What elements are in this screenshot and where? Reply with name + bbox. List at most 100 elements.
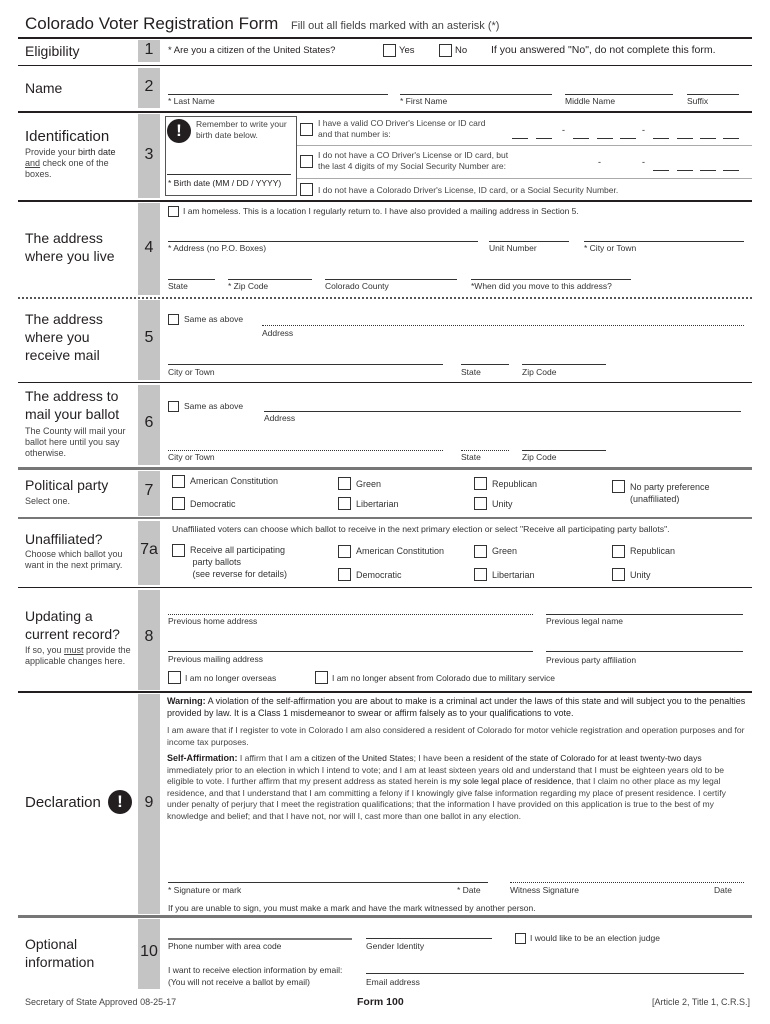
ballot-same-as-above-checkbox[interactable] <box>168 401 179 412</box>
county-input[interactable] <box>325 279 457 280</box>
phone-input[interactable] <box>168 938 352 940</box>
desc-text: If so, you <box>25 645 65 655</box>
mail-zip-input[interactable] <box>522 364 606 365</box>
section-title: Optional information <box>25 935 94 971</box>
section-number: 8 <box>144 628 154 645</box>
approval-date: Secretary of State Approved 08-25-17 <box>25 997 177 1007</box>
suffix-input[interactable] <box>687 94 739 95</box>
witness-signature-input[interactable] <box>510 882 744 883</box>
section-title: Political party <box>25 477 109 493</box>
mail-state-input[interactable] <box>461 364 509 365</box>
mail-same-as-above-checkbox[interactable] <box>168 314 179 325</box>
signature-input[interactable] <box>168 882 488 883</box>
ballot-address-label: Address <box>264 413 296 423</box>
ballot-city-label: City or Town <box>168 452 215 462</box>
ballot-american-constitution-checkbox[interactable] <box>338 545 351 558</box>
address-input[interactable] <box>168 241 478 242</box>
mail-same-as-above-label: Same as above <box>184 314 244 324</box>
no-longer-overseas-label: I am no longer overseas <box>185 673 277 683</box>
citizen-no-checkbox[interactable] <box>439 44 452 57</box>
ballot-unity-checkbox[interactable] <box>612 568 625 581</box>
ballot-receive-all-checkbox[interactable] <box>172 544 185 557</box>
section-number: 7 <box>144 482 154 499</box>
party-american-constitution-label: American Constitution <box>190 476 279 486</box>
party-unity-checkbox[interactable] <box>474 497 487 510</box>
digit-blank[interactable] <box>677 170 693 171</box>
zip-input[interactable] <box>228 279 312 280</box>
party-green-checkbox[interactable] <box>338 477 351 490</box>
section-title: The address where you live <box>25 229 115 265</box>
digit-blank[interactable] <box>536 138 552 139</box>
email-input[interactable] <box>366 973 744 974</box>
no-longer-military-absent-checkbox[interactable] <box>315 671 328 684</box>
digit-blank[interactable] <box>620 138 636 139</box>
title-line: Optional <box>25 936 78 952</box>
move-date-input[interactable] <box>471 279 631 280</box>
city-input[interactable] <box>584 241 744 242</box>
ballot-green-checkbox[interactable] <box>474 545 487 558</box>
middle-name-label: Middle Name <box>565 96 616 106</box>
mail-address-input[interactable] <box>262 325 744 326</box>
party-democratic-checkbox[interactable] <box>172 497 185 510</box>
party-republican-checkbox[interactable] <box>474 477 487 490</box>
section-title: Declaration <box>25 794 101 811</box>
party-american-constitution-checkbox[interactable] <box>172 475 185 488</box>
unit-number-input[interactable] <box>489 241 569 242</box>
label-line: No party preference <box>630 482 710 492</box>
affirmation-bold: a resident of the state of Colorado for … <box>465 753 702 763</box>
no-id-checkbox[interactable] <box>300 183 313 196</box>
ballot-republican-checkbox[interactable] <box>612 545 625 558</box>
digit-blank[interactable] <box>597 138 613 139</box>
county-label: Colorado County <box>325 281 389 291</box>
unable-to-sign-note: If you are unable to sign, you must make… <box>168 903 536 913</box>
has-license-checkbox[interactable] <box>300 123 313 136</box>
middle-name-input[interactable] <box>565 94 673 95</box>
birth-date-input[interactable] <box>167 174 291 175</box>
last-name-input[interactable] <box>168 94 388 95</box>
citizen-yes-checkbox[interactable] <box>383 44 396 57</box>
digit-blank[interactable] <box>653 170 669 171</box>
party-green-label: Green <box>356 479 382 489</box>
affirmation-text: I affirm that I am <box>237 753 305 763</box>
state-input[interactable] <box>168 279 215 280</box>
election-judge-checkbox[interactable] <box>515 933 526 944</box>
form-number: Form 100 <box>357 996 404 1008</box>
previous-legal-name-input[interactable] <box>546 614 743 615</box>
previous-home-address-input[interactable] <box>168 614 533 615</box>
digit-blank[interactable] <box>723 138 739 139</box>
ballot-city-input[interactable] <box>168 450 443 451</box>
awareness-paragraph: I am aware that if I register to vote in… <box>167 725 745 747</box>
desc-text: Provide your <box>25 147 79 157</box>
digit-blank[interactable] <box>677 138 693 139</box>
digit-blank[interactable] <box>653 138 669 139</box>
ballot-address-input[interactable] <box>264 411 741 412</box>
title-line: receive mail <box>25 347 100 363</box>
section-number: 1 <box>144 41 154 58</box>
form-title: Colorado Voter Registration Form <box>25 14 279 33</box>
mail-city-input[interactable] <box>168 364 443 365</box>
title-line: The address <box>25 230 103 246</box>
digit-blank[interactable] <box>700 138 716 139</box>
digit-blank[interactable] <box>723 170 739 171</box>
no-longer-overseas-checkbox[interactable] <box>168 671 181 684</box>
divider <box>18 65 752 66</box>
digit-blank[interactable] <box>573 138 589 139</box>
digit-blank[interactable] <box>512 138 528 139</box>
gender-input[interactable] <box>366 938 492 939</box>
ssn-checkbox[interactable] <box>300 155 313 168</box>
party-no-preference-checkbox[interactable] <box>612 480 625 493</box>
divider <box>18 691 752 693</box>
no-id-label: I do not have a Colorado Driver's Licens… <box>318 185 619 195</box>
first-name-input[interactable] <box>400 94 552 95</box>
previous-legal-name-label: Previous legal name <box>546 616 624 626</box>
ballot-libertarian-checkbox[interactable] <box>474 568 487 581</box>
homeless-checkbox[interactable] <box>168 206 179 217</box>
ballot-democratic-checkbox[interactable] <box>338 568 351 581</box>
ballot-zip-input[interactable] <box>522 450 606 451</box>
party-libertarian-checkbox[interactable] <box>338 497 351 510</box>
previous-party-affiliation-input[interactable] <box>546 651 743 652</box>
digit-blank[interactable] <box>700 170 716 171</box>
ballot-state-input[interactable] <box>461 450 509 451</box>
previous-mailing-address-input[interactable] <box>168 651 533 652</box>
title-line: The address <box>25 311 103 327</box>
